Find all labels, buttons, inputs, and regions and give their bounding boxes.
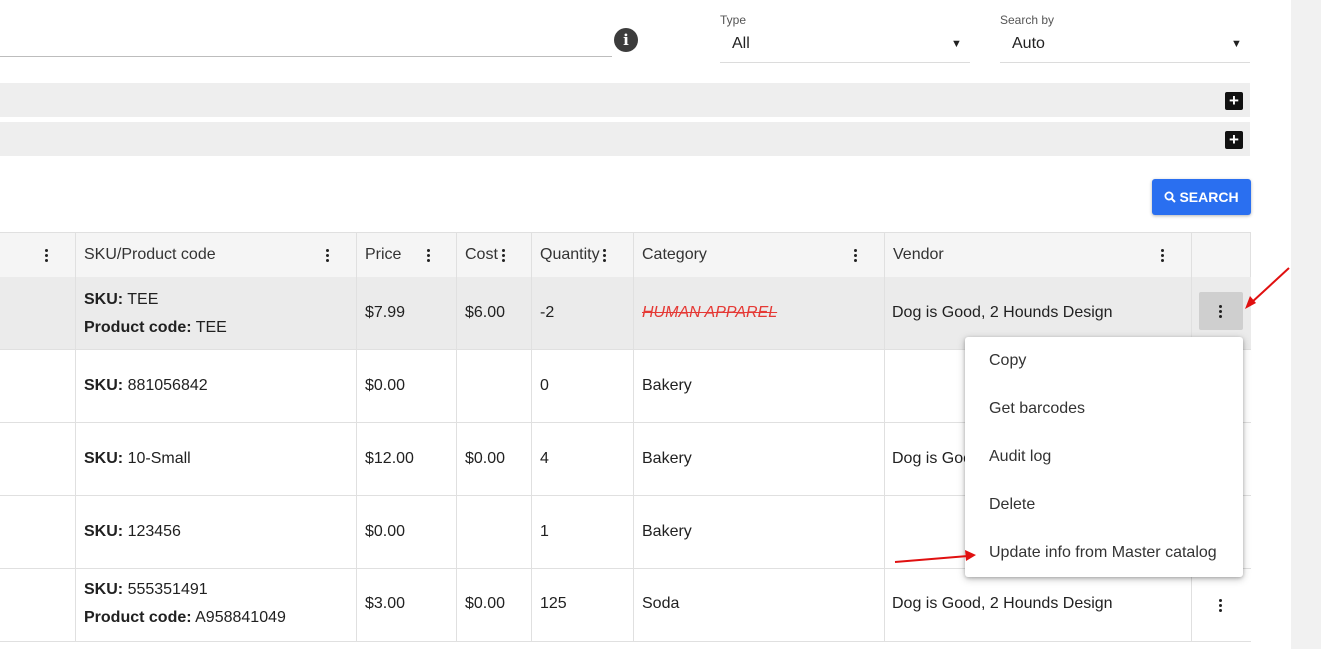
arrow-to-row-menu xyxy=(1245,267,1290,309)
arrow-to-update-item xyxy=(894,550,976,563)
annotation-arrows xyxy=(894,267,1290,563)
